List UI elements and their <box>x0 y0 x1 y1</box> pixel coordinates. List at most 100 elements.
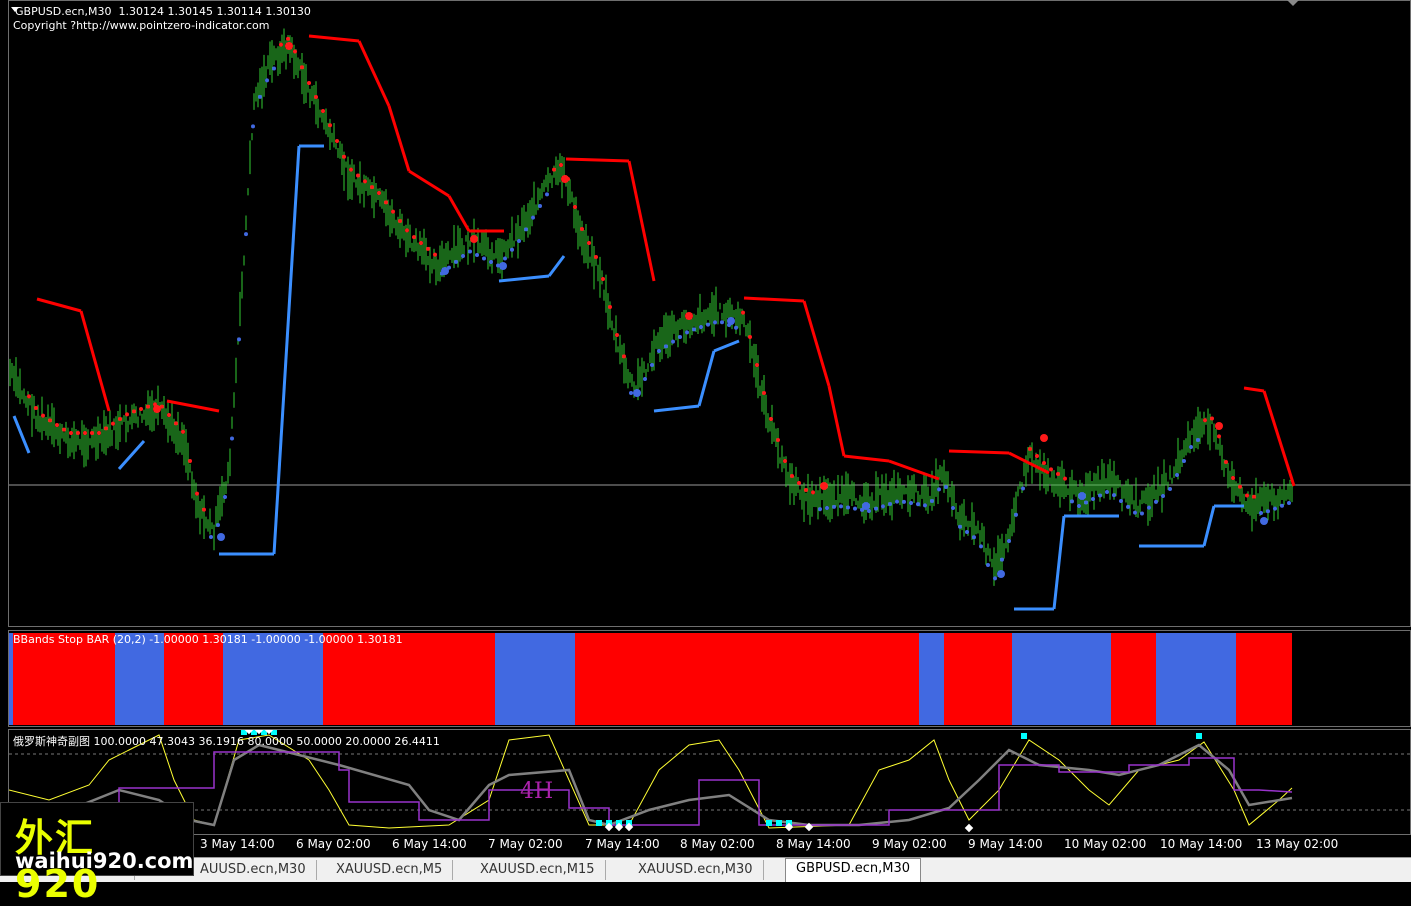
trail-dot <box>202 507 206 512</box>
trail-dot <box>741 310 745 315</box>
signal-marker <box>596 820 602 826</box>
trail-dot <box>1063 476 1067 481</box>
red-stop-line <box>79 310 111 412</box>
signal-dot <box>633 389 641 397</box>
red-stop-line <box>166 399 220 413</box>
trail-dot <box>1266 509 1270 514</box>
trail-dot <box>699 325 703 329</box>
trail-dot <box>433 252 437 257</box>
signal-dot <box>153 405 161 413</box>
trail-dot <box>657 349 661 353</box>
chart-tab[interactable]: XAUUSD.ecn,M15 <box>470 860 606 880</box>
trail-dot <box>384 200 388 205</box>
chart-tab[interactable]: XAUUSD.ecn,M5 <box>326 860 454 880</box>
red-stop-line <box>36 297 82 313</box>
bbands-bar-segment <box>115 633 164 725</box>
trail-dot <box>1140 511 1144 516</box>
trail-dot <box>475 253 479 257</box>
trail-dot <box>937 487 941 492</box>
trail-dot <box>1147 505 1151 510</box>
time-tick-label: 6 May 14:00 <box>392 837 467 851</box>
trail-dot <box>356 173 360 178</box>
trail-dot <box>650 363 654 367</box>
trail-dot <box>1175 473 1179 477</box>
trail-dot <box>790 474 794 478</box>
signal-dot <box>561 175 569 183</box>
red-stop-line <box>827 385 846 457</box>
trail-dot <box>1014 512 1018 517</box>
trail-dot <box>720 320 724 325</box>
trail-dot <box>377 191 381 195</box>
trail-dot <box>811 490 815 495</box>
trail-dot <box>524 227 528 232</box>
signal-dot <box>217 533 225 541</box>
chart-tab[interactable]: GBPUSD.ecn,M30 <box>785 858 922 882</box>
trail-dot <box>27 394 31 399</box>
chart-tab[interactable]: XAUUSD.ecn,M30 <box>628 860 764 880</box>
red-stop-line <box>948 449 1010 455</box>
trail-dot <box>1231 476 1235 480</box>
signal-dot <box>499 262 507 270</box>
trail-dot <box>468 249 472 254</box>
scroll-corner-icon[interactable] <box>1287 0 1299 6</box>
trail-dot <box>174 421 178 426</box>
russia-indicator-pane[interactable]: 俄罗斯神奇副图 100.0000 47.3043 36.1916 80.0000… <box>8 729 1411 835</box>
bbands-bar-segment <box>575 633 919 725</box>
bbands-stop-bar-pane[interactable]: BBands Stop BAR (20,2) -1.00000 1.30181 … <box>8 630 1411 727</box>
trail-dot <box>993 576 997 581</box>
red-stop-line <box>565 157 630 163</box>
trail-dot <box>321 109 325 113</box>
bbands-bar-segment <box>1012 633 1111 725</box>
signal-dot <box>1260 517 1268 525</box>
trail-dot <box>419 241 423 245</box>
trail-dot <box>1238 484 1242 489</box>
trail-dot <box>986 563 990 567</box>
trail-dot <box>1245 493 1249 498</box>
signal-dot <box>997 570 1005 578</box>
price-chart-canvas[interactable] <box>9 1 1411 628</box>
trail-dot <box>83 431 87 435</box>
trail-dot <box>671 339 675 344</box>
signal-marker <box>776 820 782 826</box>
trail-dot <box>34 406 38 410</box>
chart-tab[interactable]: AUUSD.ecn,M30 <box>190 860 317 880</box>
trail-dot <box>594 255 598 259</box>
trail-dot <box>797 481 801 485</box>
time-tick-label: 10 May 02:00 <box>1064 837 1147 851</box>
trail-dot <box>265 78 269 83</box>
blue-stop-line <box>272 145 301 555</box>
trail-dot <box>454 259 458 264</box>
trail-dot <box>776 438 780 442</box>
trail-dot <box>517 239 521 243</box>
trail-dot <box>1182 459 1186 463</box>
trail-dot <box>1189 445 1193 449</box>
red-stop-line <box>627 160 656 282</box>
trail-dot <box>1042 461 1046 465</box>
signal-dot <box>820 482 828 490</box>
trail-dot <box>979 544 983 549</box>
trail-dot <box>1217 434 1221 439</box>
trail-dot <box>678 335 682 339</box>
trail-dot <box>622 354 626 359</box>
trail-dot <box>909 501 913 505</box>
trail-dot <box>510 247 514 252</box>
trail-dot <box>587 241 591 245</box>
trail-dot <box>874 506 878 511</box>
trail-dot <box>69 431 73 435</box>
bbands-bar-segment <box>495 633 575 725</box>
price-chart-pane[interactable]: GBPUSD.ecn,M30 1.30124 1.30145 1.30114 1… <box>8 0 1411 627</box>
signal-dot <box>470 235 478 243</box>
trail-dot <box>1021 486 1025 491</box>
trail-dot <box>951 506 955 510</box>
trail-dot <box>804 488 808 492</box>
bbands-bar-segment <box>13 633 115 725</box>
trail-dot <box>783 459 787 463</box>
trail-dot <box>1161 494 1165 498</box>
trail-dot <box>853 506 857 511</box>
timeframe-mark: 4H <box>520 779 554 804</box>
trail-dot <box>615 333 619 337</box>
trail-dot <box>125 412 129 417</box>
trail-dot <box>846 505 850 510</box>
trail-dot <box>48 418 52 423</box>
time-tick-label: 9 May 14:00 <box>968 837 1043 851</box>
